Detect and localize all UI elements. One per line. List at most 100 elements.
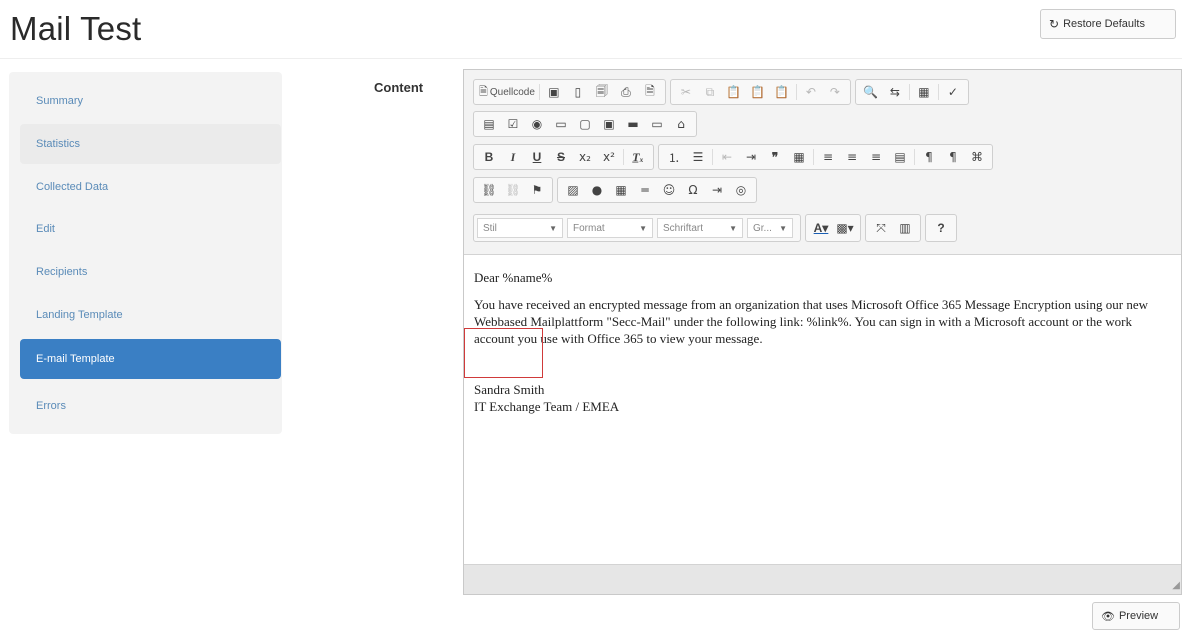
button-field-icon[interactable]: ▬ xyxy=(621,114,645,134)
spellcheck-icon[interactable]: ✓ xyxy=(941,82,965,102)
show-blocks-icon[interactable]: ▥ xyxy=(893,218,917,238)
toolbar-group-clipboard: ✂ ⧉ 📋 📋 📋 ↶ ↷ xyxy=(669,79,851,105)
div-container-icon[interactable]: ▦ xyxy=(787,147,811,167)
anchor-icon[interactable]: ⚑ xyxy=(525,180,549,200)
sidebar-item-statistics[interactable]: Statistics xyxy=(20,124,281,164)
editor-content-area[interactable]: Dear %name% You have received an encrypt… xyxy=(464,255,1181,566)
special-char-icon[interactable]: Ω xyxy=(681,180,705,200)
templates-icon[interactable]: 🗎 xyxy=(638,82,662,102)
image-icon[interactable]: ▨ xyxy=(561,180,585,200)
align-left-icon[interactable]: ≡ xyxy=(816,147,840,167)
paste-text-icon[interactable]: 📋 xyxy=(746,82,770,102)
style-combo-label: Stil xyxy=(483,222,497,234)
paste-icon[interactable]: 📋 xyxy=(722,82,746,102)
textfield-icon[interactable]: ▭ xyxy=(549,114,573,134)
align-right-icon[interactable]: ≡ xyxy=(864,147,888,167)
iframe-icon[interactable]: ◎ xyxy=(729,180,753,200)
new-page-icon[interactable]: ▯ xyxy=(566,82,590,102)
sidebar-item-edit[interactable]: Edit xyxy=(20,209,281,249)
toolbar-group-document: 🗎 Quellcode ▣ ▯ 🗐 ⎙ 🗎 xyxy=(473,79,666,105)
underline-icon[interactable]: U xyxy=(525,147,549,167)
restore-defaults-button[interactable]: ↻ Restore Defaults xyxy=(1040,9,1176,39)
font-combo-label: Schriftart xyxy=(663,222,704,234)
flash-icon[interactable]: ● xyxy=(585,180,609,200)
sidebar-item-label: Landing Template xyxy=(36,309,123,321)
sidebar-item-collected-data[interactable]: Collected Data xyxy=(20,167,281,207)
hidden-field-icon[interactable]: ⌂ xyxy=(669,114,693,134)
about-icon[interactable]: ? xyxy=(929,218,953,238)
toolbar-group-colors: A▾ ▩▾ xyxy=(805,214,861,242)
link-icon[interactable]: ⛓ xyxy=(477,180,501,200)
undo-icon[interactable]: ↶ xyxy=(799,82,823,102)
paste-word-icon[interactable]: 📋 xyxy=(770,82,794,102)
copy-icon[interactable]: ⧉ xyxy=(698,82,722,102)
numbered-list-icon[interactable]: ⒈ xyxy=(662,147,686,167)
unlink-icon[interactable]: ⛓ xyxy=(501,180,525,200)
page-break-icon[interactable]: ⇥ xyxy=(705,180,729,200)
checkbox-icon[interactable]: ☑ xyxy=(501,114,525,134)
highlight-annotation-box xyxy=(464,328,543,378)
italic-icon[interactable]: I xyxy=(501,147,525,167)
print-icon[interactable]: ⎙ xyxy=(614,82,638,102)
sidebar-item-summary[interactable]: Summary xyxy=(20,81,281,121)
resize-grip-icon[interactable]: ◢ xyxy=(1172,580,1180,591)
maximize-icon[interactable]: ⤧ xyxy=(869,218,893,238)
signature-name: Sandra Smith xyxy=(474,382,545,397)
superscript-icon[interactable]: x² xyxy=(597,147,621,167)
refresh-icon: ↻ xyxy=(1049,17,1060,31)
smiley-icon[interactable]: ☺ xyxy=(657,180,681,200)
sidebar-item-email-template[interactable]: E-mail Template xyxy=(20,339,281,379)
outdent-icon[interactable]: ⇤ xyxy=(715,147,739,167)
strikethrough-icon[interactable]: S xyxy=(549,147,573,167)
find-icon[interactable]: 🔍 xyxy=(859,82,883,102)
size-combo[interactable]: Gr... ▼ xyxy=(747,218,793,238)
select-field-icon[interactable]: ▣ xyxy=(597,114,621,134)
toolbar-group-insert: ▨ ● ▦ ═ ☺ Ω ⇥ ◎ xyxy=(557,177,757,203)
source-button[interactable]: 🗎 Quellcode xyxy=(477,82,537,102)
bold-icon[interactable]: B xyxy=(477,147,501,167)
sidebar-item-landing-template[interactable]: Landing Template xyxy=(20,295,281,335)
eye-icon: 👁 xyxy=(1101,609,1115,623)
save-icon[interactable]: ▣ xyxy=(542,82,566,102)
blockquote-icon[interactable]: ❞ xyxy=(763,147,787,167)
text-color-icon[interactable]: A▾ xyxy=(809,218,833,238)
textarea-icon[interactable]: ▢ xyxy=(573,114,597,134)
style-combo[interactable]: Stil ▼ xyxy=(477,218,563,238)
language-icon[interactable]: ⌘ xyxy=(965,147,989,167)
sidebar-item-label: Edit xyxy=(36,223,55,235)
bulleted-list-icon[interactable]: ☰ xyxy=(686,147,710,167)
preview-page-icon[interactable]: 🗐 xyxy=(590,82,614,102)
toolbar-group-find: 🔍 ⇆ ▦ ✓ xyxy=(854,79,969,105)
format-combo[interactable]: Format ▼ xyxy=(567,218,653,238)
font-combo[interactable]: Schriftart ▼ xyxy=(657,218,743,238)
editor-statusbar: ◢ xyxy=(464,564,1181,594)
replace-icon[interactable]: ⇆ xyxy=(883,82,907,102)
sidebar-nav: Summary Statistics Collected Data Edit R… xyxy=(9,72,282,434)
redo-icon[interactable]: ↷ xyxy=(823,82,847,102)
sidebar-item-recipients[interactable]: Recipients xyxy=(20,252,281,292)
remove-format-icon[interactable]: T̲ₓ xyxy=(626,147,650,167)
form-icon[interactable]: ▤ xyxy=(477,114,501,134)
justify-icon[interactable]: ▤ xyxy=(888,147,912,167)
horizontal-rule-icon[interactable]: ═ xyxy=(633,180,657,200)
email-body-paragraph: You have received an encrypted message f… xyxy=(474,297,1149,346)
select-all-icon[interactable]: ▦ xyxy=(912,82,936,102)
preview-button[interactable]: 👁 Preview xyxy=(1092,602,1180,630)
toolbar-group-links: ⛓ ⛓ ⚑ xyxy=(473,177,553,203)
indent-icon[interactable]: ⇥ xyxy=(739,147,763,167)
bg-color-icon[interactable]: ▩▾ xyxy=(833,218,857,238)
ltr-icon[interactable]: ¶ xyxy=(917,147,941,167)
cut-icon[interactable]: ✂ xyxy=(674,82,698,102)
image-button-icon[interactable]: ▭ xyxy=(645,114,669,134)
signature-team: IT Exchange Team / EMEA xyxy=(474,399,620,414)
subscript-icon[interactable]: x₂ xyxy=(573,147,597,167)
rich-text-editor: 🗎 Quellcode ▣ ▯ 🗐 ⎙ 🗎 ✂ ⧉ 📋 📋 📋 ↶ ↷ 🔍 ⇆ … xyxy=(463,69,1182,595)
align-center-icon[interactable]: ≡ xyxy=(840,147,864,167)
chevron-down-icon: ▼ xyxy=(639,223,647,233)
toolbar-group-tools: ⤧ ▥ xyxy=(865,214,921,242)
sidebar-item-label: Statistics xyxy=(36,138,81,150)
radio-icon[interactable]: ◉ xyxy=(525,114,549,134)
rtl-icon[interactable]: ¶ xyxy=(941,147,965,167)
sidebar-item-errors[interactable]: Errors xyxy=(20,386,281,426)
table-icon[interactable]: ▦ xyxy=(609,180,633,200)
